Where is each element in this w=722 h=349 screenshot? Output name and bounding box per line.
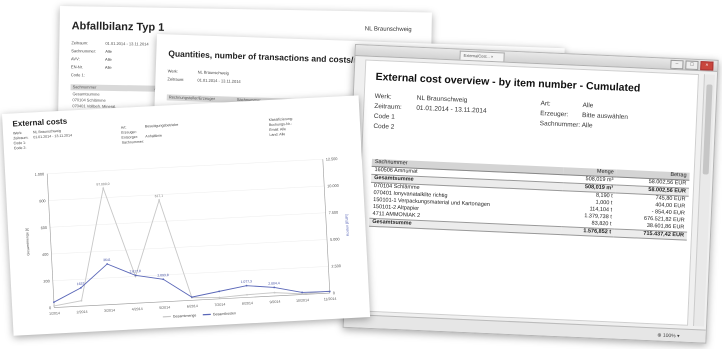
- y-left-tick-label: 400: [42, 253, 49, 257]
- y-left-tick-label: 200: [43, 279, 50, 283]
- data-point: [218, 290, 221, 293]
- y-axis-left: [46, 173, 55, 308]
- data-point: [301, 291, 304, 294]
- y-axis-left-label: Gesamtmenge [t]: [25, 228, 30, 256]
- line-chart: 0 200 400 600 800 1.000 0 2.500 5.000 7.500 10.000…: [25, 157, 350, 319]
- field-row: Werk: NL Braunschweig: [167, 68, 229, 76]
- left-fields: Werk: NL Braunschweig Zeitraum: 01.01.2014…: [373, 92, 487, 131]
- x-tick-label: 5/2014: [159, 305, 170, 310]
- gridline: [49, 212, 326, 228]
- x-tick-label: 4/2014: [132, 307, 143, 312]
- x-tick-label: 9/2014: [269, 300, 280, 305]
- data-label: 2.004,4: [268, 281, 280, 286]
- y-right-tick-label: 12.500: [326, 157, 338, 162]
- y-axis-right-label: Kosten [EUR]: [345, 214, 350, 236]
- minimize-button[interactable]: –: [670, 59, 684, 70]
- field-row: EN-Nr. Alle: [70, 64, 112, 70]
- gridline: [52, 266, 329, 282]
- close-button[interactable]: ×: [700, 61, 714, 71]
- scrollbar-thumb[interactable]: [702, 84, 713, 175]
- data-label: 3641: [103, 258, 111, 262]
- y-right-tick-label: 10.000: [327, 184, 339, 189]
- y-right-tick-label: 5.000: [330, 237, 340, 241]
- data-label: 2.617,8: [129, 269, 141, 274]
- y-right-tick-label: 7.500: [329, 211, 339, 215]
- y-left-tick-label: 600: [41, 226, 48, 230]
- x-tick-label: 10/2014: [296, 298, 309, 303]
- report-external-costs-chart: External costs Werk: NL Braunschweig Zeit…: [2, 95, 371, 336]
- report-viewer-window: ExternalCost... × – □ × External cost ov…: [342, 44, 719, 344]
- data-point: [273, 291, 276, 294]
- page-title: External cost overview - by item number …: [375, 70, 641, 95]
- y-right-tick-label: 2.500: [331, 264, 341, 268]
- y-left-tick-label: 1.000: [35, 172, 45, 176]
- page-title: Abfallbilanz Typ 1: [71, 20, 165, 34]
- org-label: NL Braunschweig: [364, 26, 412, 34]
- tab-external-cost[interactable]: ExternalCost... ×: [459, 50, 505, 62]
- field-row: Code 1:: [70, 72, 85, 78]
- zoom-control[interactable]: ⊕ 100% ▾: [657, 332, 680, 339]
- field-row: Sachnummer: Alle: [71, 48, 112, 54]
- report-page: External cost overview - by item number …: [354, 59, 700, 326]
- data-label: 617,1: [155, 194, 164, 198]
- right-fields: Art: Alle Erzeuger: Bitte auswählen Sachnu…: [539, 100, 629, 130]
- data-label: 1637: [77, 282, 85, 286]
- x-tick-label: 7/2014: [214, 303, 225, 308]
- y-axis-right: [322, 159, 331, 294]
- x-tick-label: 2/2014: [76, 310, 87, 315]
- data-point: [273, 286, 276, 289]
- legend-label: Gesamtkosten: [213, 311, 236, 316]
- data-point: [53, 305, 56, 307]
- y-right-tick-label: 0: [333, 291, 335, 295]
- data-point: [246, 293, 248, 296]
- x-tick-label: 8/2014: [242, 301, 253, 306]
- field-row: Zeitraum: 01.01.2014 - 13.11.2014: [71, 40, 149, 47]
- field-row: Zeitraum: 01.01.2014 - 13.11.2014: [167, 76, 241, 84]
- data-label: 1.077,3: [241, 279, 253, 284]
- data-point: [80, 299, 83, 302]
- x-tick-label: 3/2014: [104, 308, 115, 313]
- field-row: AVV: Alle: [71, 56, 112, 62]
- data-label: 2.093,8: [157, 273, 169, 278]
- gridline: [48, 185, 325, 201]
- x-tick-label: 6/2014: [187, 304, 198, 309]
- data-point: [245, 284, 248, 287]
- y-left-tick-label: 800: [39, 199, 46, 203]
- y-left-tick-label: 0: [49, 306, 51, 310]
- gridline: [47, 159, 323, 174]
- x-tick-label: 11/2014: [324, 297, 337, 302]
- x-tick-label: 1/2014: [49, 311, 60, 316]
- series-line-1: [53, 263, 330, 303]
- data-label: 87.000,0: [96, 182, 110, 187]
- cost-table: Sachnummer Menge Betrag 160506 Amnumat 50…: [369, 158, 690, 241]
- legend-label: Gesamtmenge: [173, 313, 197, 318]
- data-point: [218, 296, 221, 299]
- maximize-button[interactable]: □: [685, 60, 699, 70]
- window-controls: – □ ×: [670, 59, 714, 71]
